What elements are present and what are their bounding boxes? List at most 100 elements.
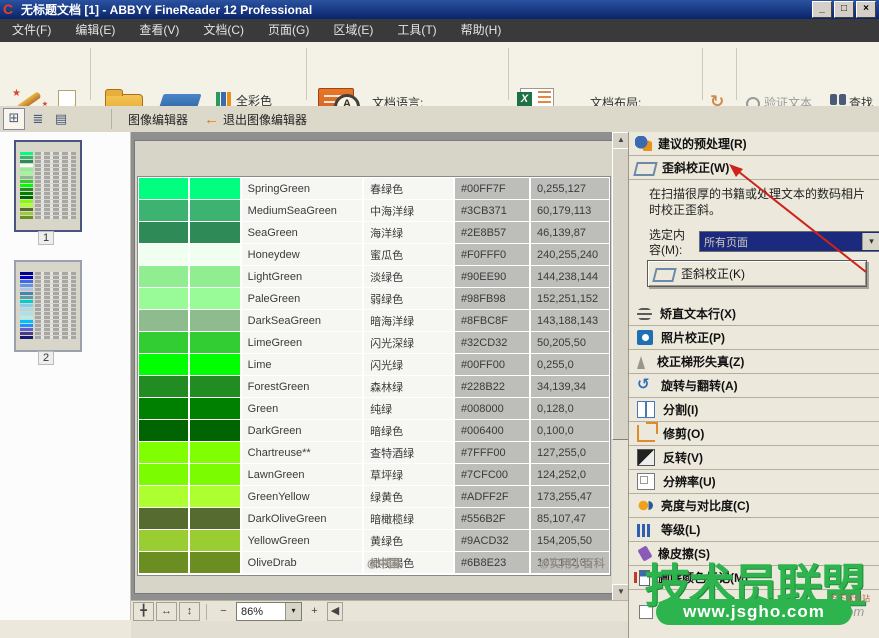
- color-name-cn: 暗绿色: [364, 420, 453, 441]
- selection-combo[interactable]: 所有页面 ▾: [699, 231, 879, 252]
- photo-watermark: @实用小百科: [539, 555, 605, 571]
- gears-icon: [635, 136, 652, 151]
- color-name-en: SpringGreen: [242, 178, 362, 199]
- zoom-level-combo[interactable]: 86% ▾: [236, 602, 302, 621]
- tool-list: 矫直文本行(X) 照片校正(P) 校正梯形失真(Z) ↺ 旋转与翻转(A) 分割…: [629, 302, 879, 590]
- collapse-button[interactable]: ◀: [327, 602, 343, 621]
- tool-row[interactable]: 分割(I): [629, 398, 879, 422]
- tool-label: 校正梯形失真(Z): [657, 353, 744, 370]
- image-editor-canvas[interactable]: SpringGreen 春绿色 #00FF7F 0,255,127 Medium…: [131, 132, 628, 600]
- menu-item[interactable]: 查看(V): [127, 19, 191, 42]
- full-color-icon: [216, 92, 231, 106]
- color-name-en: DarkSeaGreen: [242, 310, 362, 331]
- fit-width-button[interactable]: ↔: [156, 602, 177, 621]
- tool-row[interactable]: 亮度与对比度(C): [629, 494, 879, 518]
- find-icon: [830, 94, 846, 105]
- color-swatch: [190, 552, 239, 573]
- tool-row[interactable]: 分辨率(U): [629, 470, 879, 494]
- fit-height-button[interactable]: ↕: [179, 602, 200, 621]
- grid-view-button[interactable]: ⊞: [3, 108, 25, 130]
- photo-correction-icon: [637, 330, 653, 345]
- color-rgb: 143,188,143: [531, 310, 609, 331]
- menu-item[interactable]: 编辑(E): [63, 19, 127, 42]
- zoom-out-button[interactable]: −: [213, 602, 234, 621]
- suggested-preprocessing-section[interactable]: 建议的预处理(R): [629, 132, 879, 156]
- table-row: DarkOliveGreen 暗橄榄绿 #556B2F 85,107,47: [139, 508, 609, 529]
- color-table: SpringGreen 春绿色 #00FF7F 0,255,127 Medium…: [137, 176, 611, 576]
- color-hex: #F0FFF0: [455, 244, 529, 265]
- color-name-en: LimeGreen: [242, 332, 362, 353]
- color-swatch: [190, 464, 239, 485]
- page-thumbnail-2[interactable]: [14, 260, 82, 352]
- color-swatch: [190, 486, 239, 507]
- color-name-en: Green: [242, 398, 362, 419]
- suggested-preprocessing-label: 建议的预处理(R): [658, 135, 747, 152]
- tool-label: 分割(I): [663, 401, 698, 418]
- chevron-down-icon[interactable]: ▾: [285, 603, 301, 620]
- exit-image-editor-button[interactable]: ← 退出图像编辑器: [204, 111, 307, 128]
- color-swatch: [139, 530, 188, 551]
- table-row: Honeydew 蜜瓜色 #F0FFF0 240,255,240: [139, 244, 609, 265]
- tool-row[interactable]: 矫直文本行(X): [629, 302, 879, 326]
- color-name-en: GreenYellow: [242, 486, 362, 507]
- page-thumbnail-1[interactable]: [14, 140, 82, 232]
- color-name-en: YellowGreen: [242, 530, 362, 551]
- color-swatch: [139, 464, 188, 485]
- scanned-page: SpringGreen 春绿色 #00FF7F 0,255,127 Medium…: [134, 140, 613, 594]
- table-row: Lime 闪光绿 #00FF00 0,255,0: [139, 354, 609, 375]
- color-swatch: [139, 310, 188, 331]
- menu-item[interactable]: 文件(F): [0, 19, 63, 42]
- color-name-cn: 闪光绿: [364, 354, 453, 375]
- deskew-button[interactable]: 歪斜校正(K): [647, 260, 867, 287]
- list-view-button[interactable]: ≣: [28, 109, 48, 129]
- color-swatch: [139, 398, 188, 419]
- menu-item[interactable]: 文档(C): [191, 19, 256, 42]
- color-swatch: [139, 442, 188, 463]
- color-hex: #7CFC00: [455, 464, 529, 485]
- tool-row[interactable]: 等级(L): [629, 518, 879, 542]
- page-number-2: 2: [14, 352, 78, 364]
- color-name-cn: 暗橄榄绿: [364, 508, 453, 529]
- vertical-scrollbar[interactable]: ▲ ▼: [612, 132, 628, 600]
- table-row: LightGreen 淡绿色 #90EE90 144,238,144: [139, 266, 609, 287]
- page-number-1: 1: [14, 232, 78, 244]
- tool-row[interactable]: 照片校正(P): [629, 326, 879, 350]
- page-options-button[interactable]: ▤: [51, 109, 71, 129]
- minimize-button[interactable]: _: [812, 1, 832, 18]
- color-hex: #32CD32: [455, 332, 529, 353]
- color-swatch: [190, 442, 239, 463]
- deskew-section-header[interactable]: 歪斜校正(W): [629, 156, 879, 180]
- close-button[interactable]: ×: [856, 1, 876, 18]
- chevron-down-icon[interactable]: ▾: [862, 233, 879, 250]
- table-row: LawnGreen 草坪绿 #7CFC00 124,252,0: [139, 464, 609, 485]
- menu-item[interactable]: 工具(T): [385, 19, 448, 42]
- color-swatch: [190, 266, 239, 287]
- menu-bar: 文件(F)编辑(E)查看(V)文档(C)页面(G)区域(E)工具(T)帮助(H): [0, 19, 879, 42]
- menu-item[interactable]: 页面(G): [256, 19, 321, 42]
- levels-icon: [637, 524, 653, 537]
- color-swatch: [139, 222, 188, 243]
- color-swatch: [139, 376, 188, 397]
- menu-item[interactable]: 区域(E): [321, 19, 385, 42]
- color-name-cn: 蜜瓜色: [364, 244, 453, 265]
- tool-label: 亮度与对比度(C): [661, 497, 750, 514]
- trapezoid-icon: [637, 356, 645, 369]
- tool-row[interactable]: 校正梯形失真(Z): [629, 350, 879, 374]
- tool-row[interactable]: ↺ 旋转与翻转(A): [629, 374, 879, 398]
- table-row: LimeGreen 闪光深绿 #32CD32 50,205,50: [139, 332, 609, 353]
- exit-image-editor-label: 退出图像编辑器: [223, 111, 307, 128]
- color-swatch: [190, 354, 239, 375]
- color-name-cn: 森林绿: [364, 376, 453, 397]
- tool-row[interactable]: 反转(V): [629, 446, 879, 470]
- color-swatch: [190, 508, 239, 529]
- color-swatch: [190, 310, 239, 331]
- fit-page-button[interactable]: ╋: [133, 602, 154, 621]
- color-rgb: 144,238,144: [531, 266, 609, 287]
- color-swatch: [139, 552, 188, 573]
- menu-item[interactable]: 帮助(H): [449, 19, 514, 42]
- color-name-cn: 中海洋绿: [364, 200, 453, 221]
- zoom-in-button[interactable]: +: [304, 602, 325, 621]
- table-row: YellowGreen 黄绿色 #9ACD32 154,205,50: [139, 530, 609, 551]
- maximize-button[interactable]: □: [834, 1, 854, 18]
- tool-row[interactable]: 修剪(O): [629, 422, 879, 446]
